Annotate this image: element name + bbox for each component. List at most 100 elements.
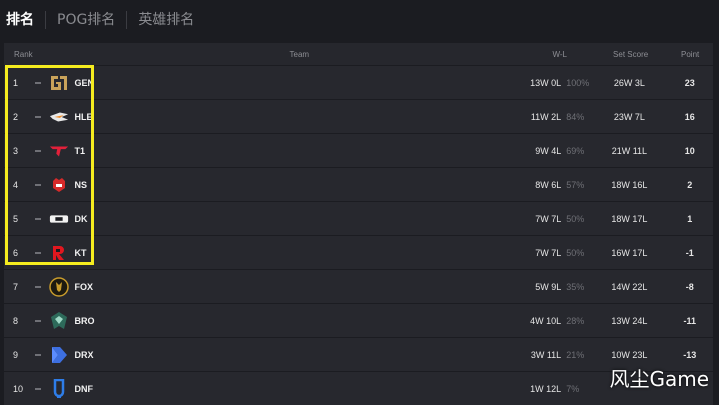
team-cell: NS [33,175,470,195]
win-loss: 5W 9L 35% [469,282,592,292]
gen-logo-icon [49,73,69,93]
header-point: Point [681,49,700,59]
kt-logo-icon [49,243,69,263]
team-name: DRX [74,349,94,360]
table-row-t1[interactable]: 3 T1 9W 4L 69% 21W 11L 10 [4,134,713,167]
rank-number: 2 [13,111,19,122]
fox-logo-icon [48,276,69,297]
table-row-dk[interactable]: 5 DK 7W 7L 50% 18W 17L 1 [4,202,713,235]
rank-change-dash [34,285,41,288]
rank-number: 6 [13,247,19,258]
table-row-fox[interactable]: 7 FOX 5W 9L 35% 14W 22L -8 [4,270,713,303]
rank-change-dash [34,387,41,390]
points: 1 [687,213,693,224]
set-score: 10W 23L [611,349,648,360]
win-loss-record: 8W 6L [535,179,562,190]
set-score: 21W 11L [611,145,648,156]
table-row-drx[interactable]: 9 DRX 3W 11L 21% 10W 23L -13 [4,338,713,371]
win-rate: 50% [566,213,585,224]
watermark: 风尘Game [609,367,709,391]
table-row-ns[interactable]: 4 NS 8W 6L 57% 18W 16L 2 [4,168,713,201]
rank-number: 5 [13,213,19,224]
points: -1 [685,247,694,258]
team-name: KT [74,247,87,258]
team-cell: DRX [33,345,470,365]
dk-logo-icon [49,209,69,229]
team-name: DNF [74,383,94,394]
drx-logo-icon [49,345,69,365]
tab-ranking[interactable]: 排名 [6,11,45,29]
table-row-gen[interactable]: 1 GEN 13W 0L 100% 26W 3L 23 [4,66,713,99]
rank-change-dash [34,183,41,186]
rank-number: 3 [13,145,19,156]
set-score: 18W 17L [611,213,648,224]
rank-change-dash [34,217,41,220]
tab-pog-ranking[interactable]: POG排名 [45,11,126,29]
win-loss: 9W 4L 69% [469,146,592,156]
rank-number: 7 [13,281,19,292]
table-row-bro[interactable]: 8 BRO 4W 10L 28% 13W 24L -11 [4,304,713,337]
points: -11 [683,315,697,326]
win-rate: 69% [566,145,585,156]
win-loss-record: 3W 11L [530,349,562,360]
set-score: 26W 3L [613,77,645,88]
ns-logo-icon [49,175,69,195]
team-cell: DNF [33,378,470,399]
win-rate: 57% [566,179,585,190]
points: -8 [685,281,694,292]
win-loss-record: 1W 12L [530,383,562,394]
team-name: DK [74,213,88,224]
dnf-logo-icon [49,378,69,399]
team-name: GEN [74,77,95,88]
rank-number: 10 [13,383,24,394]
tab-bar: 排名 POG排名 英雄排名 [0,0,719,40]
team-cell: DK [33,209,470,229]
win-rate: 7% [566,383,580,394]
t1-logo-icon [49,141,69,161]
header-set-score: Set Score [613,49,649,59]
team-cell: FOX [33,276,470,297]
win-loss: 7W 7L 50% [469,248,592,258]
points: 16 [684,111,695,122]
rank-number: 4 [13,179,19,190]
rank-change-dash [34,251,41,254]
tab-champion-ranking[interactable]: 英雄排名 [126,11,205,29]
set-score: 18W 16L [611,179,648,190]
win-rate: 21% [566,349,585,360]
team-name: BRO [74,315,95,326]
team-cell: KT [33,243,470,263]
win-rate: 84% [566,111,585,122]
rank-number: 1 [13,77,19,88]
header-team: Team [289,49,310,59]
win-loss: 1W 12L 7% [469,384,592,394]
rank-change-dash [34,319,41,322]
bro-logo-icon [49,311,69,331]
rank-number: 9 [13,349,19,360]
table-row-dnf[interactable]: 10 DNF 1W 12L 7% [4,372,713,405]
team-name: FOX [74,281,94,292]
header-wl: W-L [552,49,568,59]
points: 2 [687,179,693,190]
table-header: Rank Team W-L Set Score Point [4,43,713,65]
win-rate: 28% [566,315,585,326]
points: 23 [684,77,695,88]
win-loss-record: 7W 7L [535,247,562,258]
win-rate: 35% [566,281,585,292]
team-name: T1 [74,145,86,156]
team-cell: GEN [33,73,470,93]
rank-change-dash [34,353,41,356]
team-cell: T1 [33,141,470,161]
team-name: HLE [74,111,93,122]
win-rate: 100% [566,77,590,88]
table-row-hle[interactable]: 2 HLE 11W 2L 84% 23W 7L 16 [4,100,713,133]
win-loss-record: 9W 4L [535,145,562,156]
win-loss: 4W 10L 28% [469,316,592,326]
win-loss: 11W 2L 84% [469,112,592,122]
points: 10 [684,145,695,156]
table-row-kt[interactable]: 6 KT 7W 7L 50% 16W 17L -1 [4,236,713,269]
win-loss-record: 13W 0L [530,77,562,88]
rank-change-dash [34,115,41,118]
set-score: 13W 24L [611,315,648,326]
win-loss: 7W 7L 50% [469,214,592,224]
win-rate: 50% [566,247,585,258]
